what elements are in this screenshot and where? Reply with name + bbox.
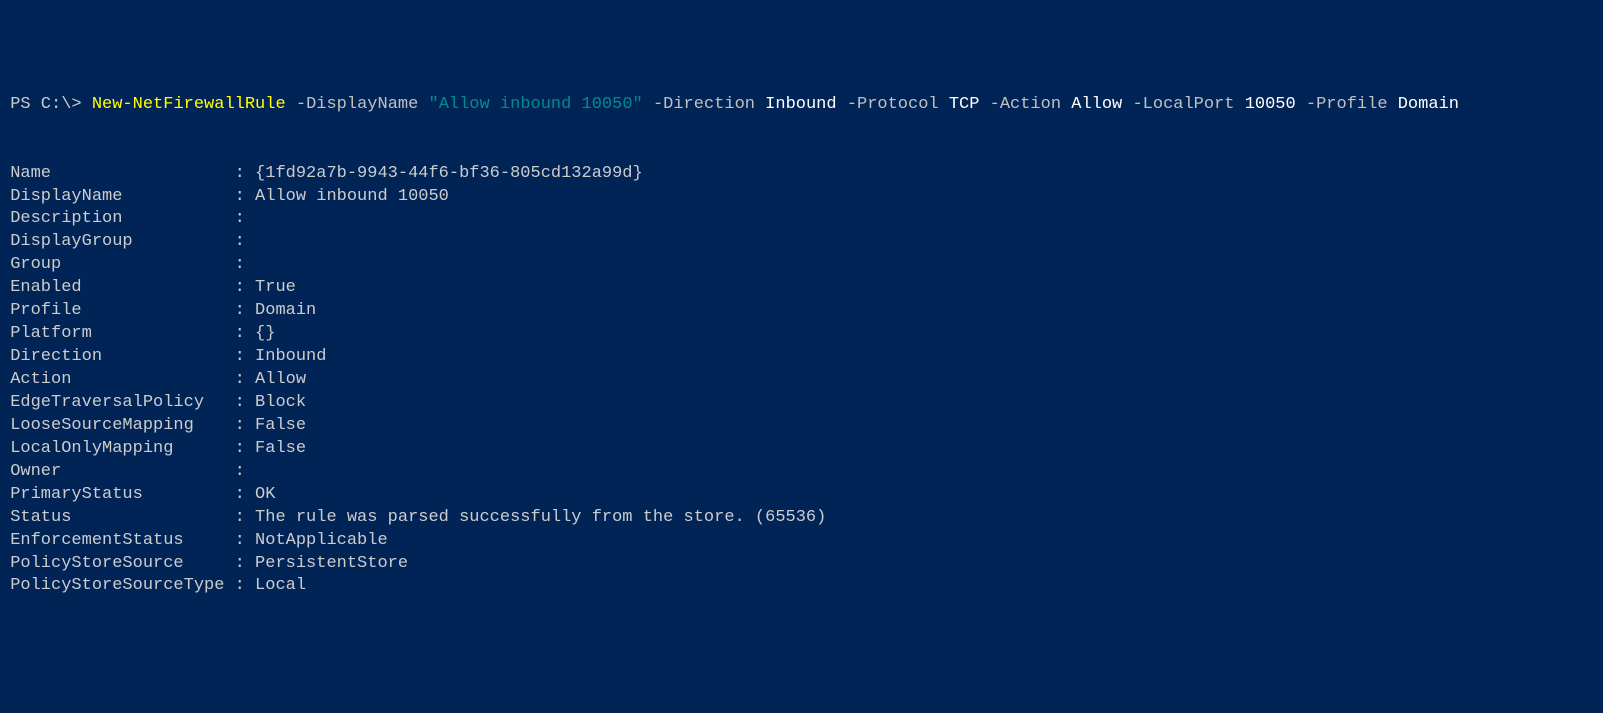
- param: -Protocol: [837, 95, 949, 114]
- cmdlet-args: -DisplayName "Allow inbound 10050" -Dire…: [286, 95, 1459, 114]
- param-value: "Allow inbound 10050": [429, 95, 643, 114]
- cmdlet-name: New-NetFirewallRule: [92, 95, 286, 114]
- powershell-terminal[interactable]: PS C:\> New-NetFirewallRule -DisplayName…: [0, 92, 1603, 599]
- param: -Profile: [1296, 95, 1398, 114]
- prompt-prefix: PS C:\>: [0, 95, 92, 114]
- prompt-line: PS C:\> New-NetFirewallRule -DisplayName…: [0, 95, 1459, 114]
- param-value: TCP: [949, 95, 980, 114]
- param: -DisplayName: [286, 95, 429, 114]
- param-value: Inbound: [765, 95, 836, 114]
- param: -Action: [979, 95, 1071, 114]
- param-value: Domain: [1398, 95, 1459, 114]
- output-block: Name : {1fd92a7b-9943-44f6-bf36-805cd132…: [0, 164, 826, 596]
- param-value: 10050: [1245, 95, 1296, 114]
- param: -Direction: [643, 95, 765, 114]
- param: -LocalPort: [1122, 95, 1244, 114]
- param-value: Allow: [1071, 95, 1122, 114]
